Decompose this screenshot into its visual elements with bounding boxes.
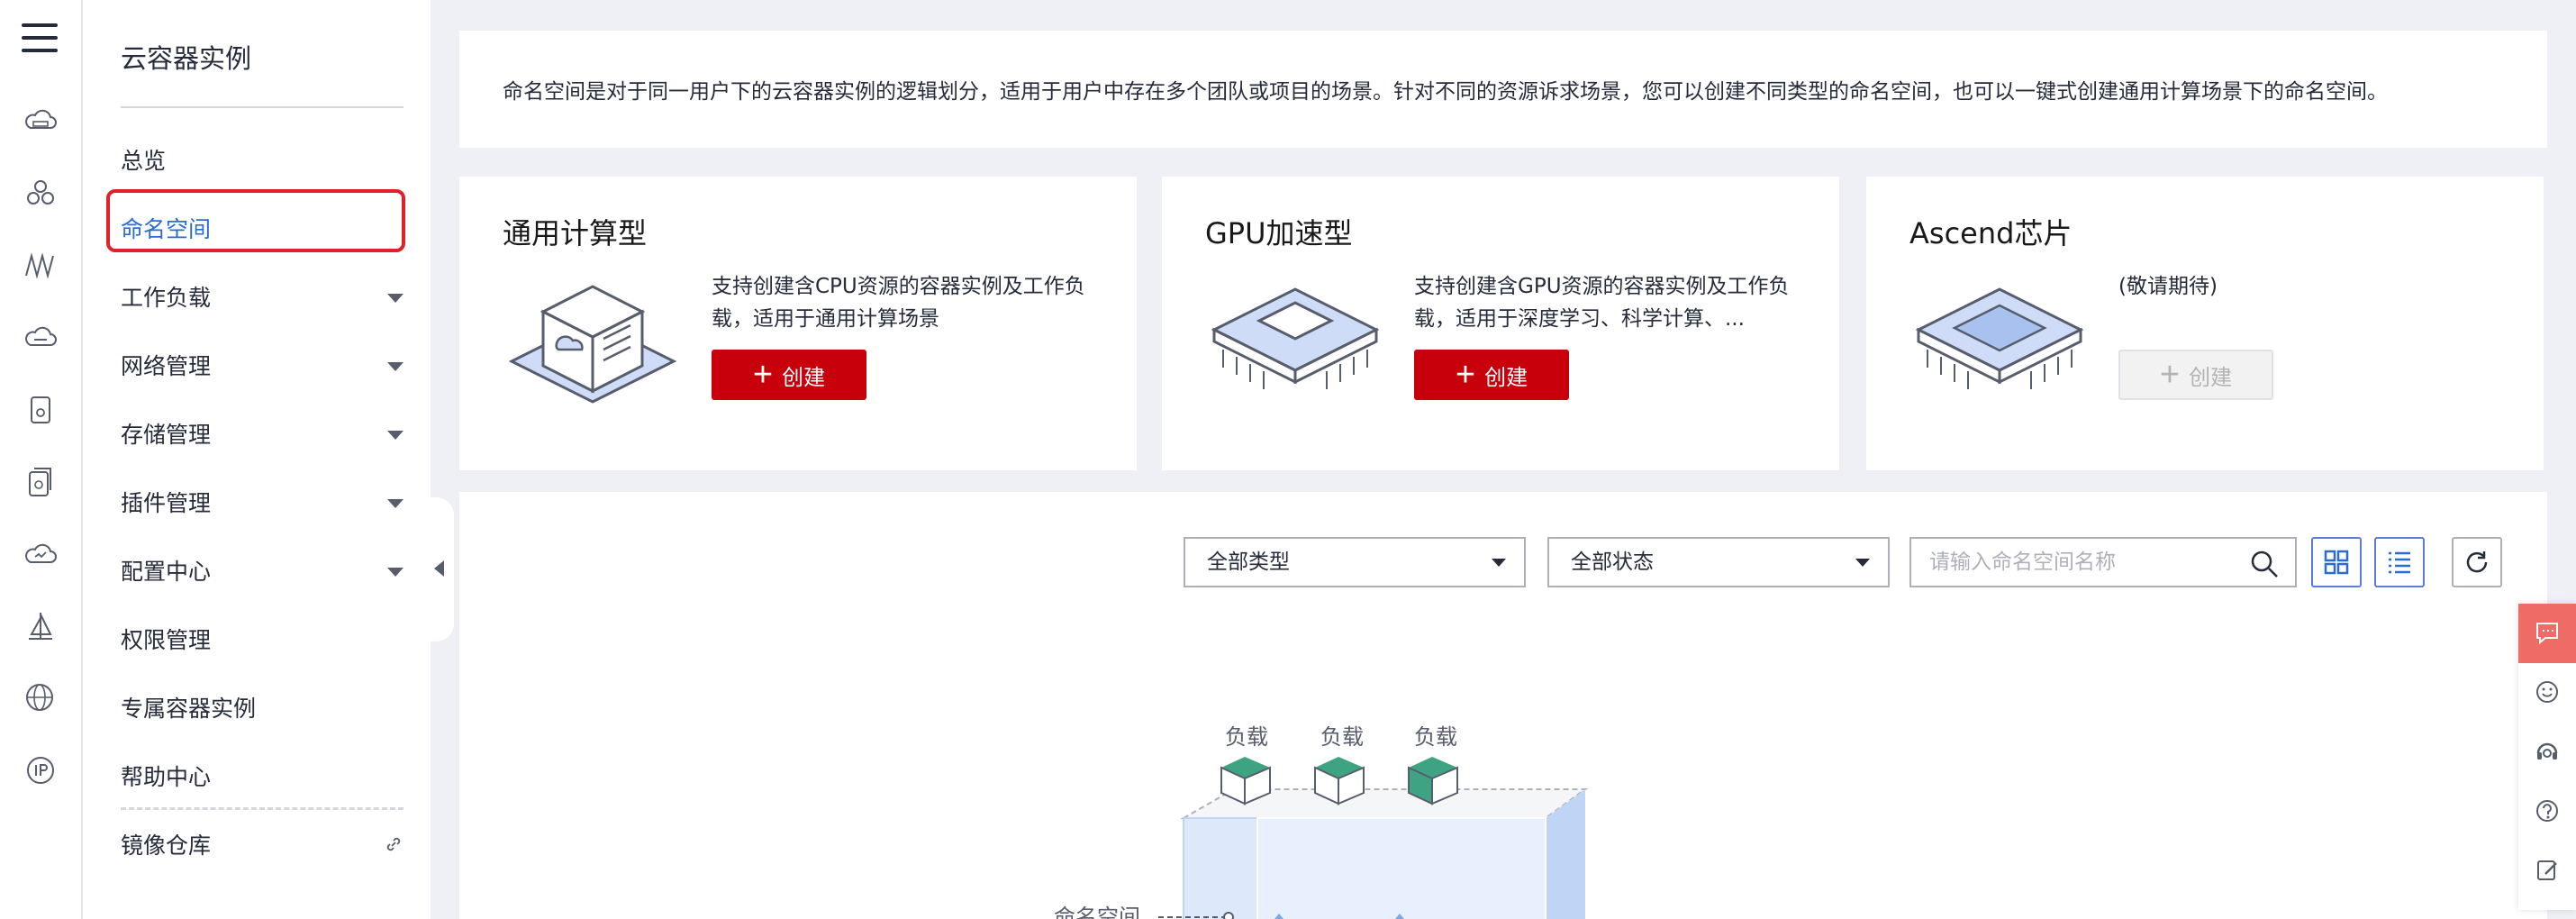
sidebar-item-storage[interactable]: 存储管理: [121, 413, 404, 458]
card-title: 通用计算型: [503, 216, 648, 250]
card-description: 支持创建含GPU资源的容器实例及工作负载，适用于深度学习、科学计算、...: [1414, 275, 1790, 331]
feedback-button[interactable]: [2518, 604, 2576, 663]
floating-toolbar: [2518, 604, 2576, 910]
plus-icon: +: [752, 356, 774, 394]
sidebar-item-label: 工作负载: [121, 285, 212, 311]
sidebar-item-label: 镜像仓库: [121, 833, 212, 859]
cloud-monitor-icon[interactable]: [23, 537, 58, 571]
card-title: GPU加速型: [1205, 216, 1353, 250]
sidebar-item-label: 命名空间: [121, 216, 212, 242]
grid-view-button[interactable]: [2311, 537, 2362, 587]
sidebar-item-dedicated[interactable]: 专属容器实例: [121, 687, 404, 732]
sidebar-item-namespace[interactable]: 命名空间: [121, 207, 404, 252]
headset-icon: [2536, 742, 2558, 760]
list-icon: [2389, 551, 2410, 574]
search-icon[interactable]: [2250, 550, 2279, 578]
sidebar-item-image-repo[interactable]: 镜像仓库: [121, 823, 404, 869]
card-ascend: Ascend芯片 (敬请期待) + 创建: [1866, 177, 2544, 470]
globe-icon[interactable]: [23, 681, 58, 715]
caret-down-icon: [387, 499, 404, 508]
caret-down-icon: [1855, 559, 1870, 567]
sidebar-item-label: 插件管理: [121, 490, 212, 516]
caret-down-icon: [387, 431, 404, 440]
caret-down-icon: [387, 568, 404, 577]
plus-icon: +: [2159, 356, 2181, 394]
edit-icon: [2537, 860, 2557, 880]
status-select[interactable]: 全部状态: [1547, 537, 1890, 587]
workload-label: 负载: [1414, 724, 1457, 750]
external-link-icon: [386, 837, 401, 851]
sidebar-divider: [121, 106, 404, 108]
workload-label: 负载: [1320, 724, 1364, 750]
edit-button[interactable]: [2518, 842, 2576, 901]
sidebar-item-network[interactable]: 网络管理: [121, 344, 404, 389]
search-input[interactable]: [1929, 546, 2236, 578]
namespace-list-panel: 全部类型 全部状态 负载 负载 负载: [459, 492, 2547, 919]
cluster-icon[interactable]: [23, 177, 58, 211]
icon-rail: [0, 0, 83, 919]
create-ascend-button[interactable]: + 创建: [2118, 350, 2273, 400]
collapse-arrow-icon: [434, 560, 444, 577]
namespace-illustration: 负载 负载 负载 命名空间: [1054, 724, 1589, 919]
ip-icon[interactable]: [23, 753, 58, 787]
container-icon[interactable]: [23, 393, 58, 427]
sidebar-item-plugins[interactable]: 插件管理: [121, 481, 404, 526]
cloud-storage-icon[interactable]: [23, 321, 58, 355]
workload-box: [1220, 757, 1271, 805]
sidebar-collapse-toggle[interactable]: [429, 497, 454, 641]
image-repo-icon[interactable]: [23, 465, 58, 499]
gpu-chip-illustration: [1211, 287, 1380, 389]
refresh-button[interactable]: [2452, 537, 2502, 587]
sidebar-title: 云容器实例: [121, 43, 252, 74]
chat-icon: [2536, 623, 2558, 645]
sidebar-item-label: 总览: [121, 148, 167, 174]
sidebar-item-label: 权限管理: [121, 627, 212, 653]
card-gpu: GPU加速型 支持创建含GPU资源的容器实例及工作负载，适用于深度学习、科学计算…: [1162, 177, 1839, 470]
caret-down-icon: [387, 294, 404, 303]
cloud-server-icon[interactable]: [23, 105, 58, 139]
card-description: (敬请期待): [2118, 275, 2218, 298]
intro-panel: 命名空间是对于同一用户下的云容器实例的逻辑划分，适用于用户中存在多个团队或项目的…: [459, 31, 2547, 148]
wave-icon[interactable]: [23, 249, 58, 283]
grid-icon: [2324, 550, 2349, 575]
sidebar-item-label: 配置中心: [121, 559, 212, 585]
namespace-search: [1909, 537, 2297, 587]
sidebar-item-config[interactable]: 配置中心: [121, 550, 404, 595]
ascend-chip-illustration: [1915, 287, 2084, 389]
create-gpu-button[interactable]: + 创建: [1414, 350, 1569, 400]
help-button[interactable]: [2518, 782, 2576, 842]
card-title: Ascend芯片: [1909, 216, 2073, 250]
workload-label: 负载: [1225, 724, 1268, 750]
sidebar-item-label: 网络管理: [121, 353, 212, 379]
sidebar-item-label: 存储管理: [121, 422, 212, 448]
smile-button[interactable]: [2518, 663, 2576, 723]
sidebar-item-permissions[interactable]: 权限管理: [121, 618, 404, 663]
workload-box: [1314, 757, 1365, 805]
support-button[interactable]: [2518, 723, 2576, 782]
menu-icon[interactable]: [22, 23, 58, 56]
list-view-button[interactable]: [2374, 537, 2425, 587]
type-select[interactable]: 全部类型: [1184, 537, 1526, 587]
nav-sidebar: 云容器实例 总览 命名空间 工作负载 网络管理 存储管理 插件管理 配置中心 权…: [83, 0, 431, 919]
sidebar-item-workload[interactable]: 工作负载: [121, 276, 404, 321]
intro-text: 命名空间是对于同一用户下的云容器实例的逻辑划分，适用于用户中存在多个团队或项目的…: [503, 80, 2388, 104]
namespace-label: 命名空间: [1054, 905, 1140, 919]
sidebar-item-label: 帮助中心: [121, 764, 212, 790]
sidebar-item-help[interactable]: 帮助中心: [121, 755, 404, 800]
workload-box: [1408, 757, 1458, 805]
create-general-button[interactable]: + 创建: [712, 350, 866, 400]
sidebar-item-label: 专属容器实例: [121, 696, 257, 722]
refresh-icon: [2466, 551, 2488, 573]
card-general-compute: 通用计算型 支持创建含CPU资源的容器实例及工作负载，适用于通用计算场景 + 创建: [459, 177, 1137, 470]
question-icon: [2536, 800, 2558, 822]
plus-icon: +: [1455, 356, 1476, 394]
sidebar-dashed-divider: [121, 807, 404, 810]
general-compute-illustration: [508, 285, 677, 404]
caret-down-icon: [1492, 559, 1506, 567]
card-description: 支持创建含CPU资源的容器实例及工作负载，适用于通用计算场景: [712, 275, 1085, 331]
sail-icon[interactable]: [23, 609, 58, 643]
caret-down-icon: [387, 362, 404, 371]
sidebar-item-overview[interactable]: 总览: [121, 139, 404, 184]
smile-icon: [2536, 681, 2558, 703]
